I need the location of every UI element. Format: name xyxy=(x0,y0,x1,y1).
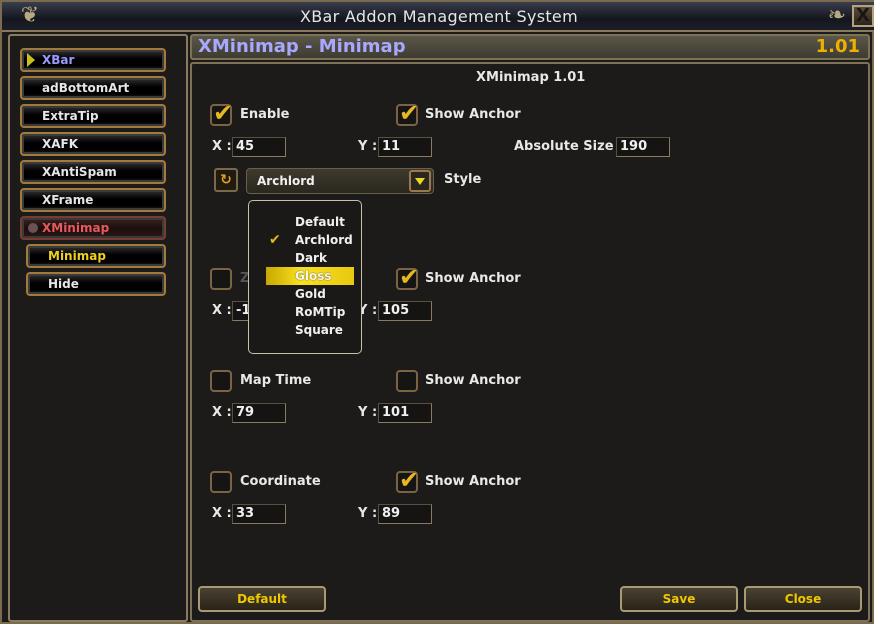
sidebar-item-xafk[interactable]: XAFK xyxy=(20,132,166,156)
sidebar-item-label: XBar xyxy=(42,53,75,67)
check-icon: ✔ xyxy=(213,99,234,127)
style-option-archlord[interactable]: ✔ Archlord xyxy=(249,231,363,249)
minimap-y-input[interactable]: 11 xyxy=(378,137,432,157)
coordinate-label: Coordinate xyxy=(240,474,321,489)
map-time-x-label: X : xyxy=(212,405,232,420)
close-window-button[interactable]: X xyxy=(852,5,874,27)
style-option-square[interactable]: Square xyxy=(249,321,363,339)
sidebar-item-adbottomart[interactable]: adBottomArt xyxy=(20,76,166,100)
zone-name-y-input[interactable]: 105 xyxy=(378,301,432,321)
title-bar[interactable]: ❦ XBar Addon Management System ❧ X xyxy=(2,2,874,32)
zone-name-x-label: X : xyxy=(212,303,232,318)
sidebar-item-xbar[interactable]: XBar xyxy=(20,48,166,72)
style-option-default[interactable]: Default xyxy=(249,213,363,231)
save-button[interactable]: Save xyxy=(620,586,738,612)
sidebar-item-label: XMinimap xyxy=(42,221,110,235)
panel-header: XMinimap - Minimap 1.01 xyxy=(190,34,870,60)
zone-name-show-anchor-checkbox[interactable]: ✔ xyxy=(396,264,419,290)
map-time-label: Map Time xyxy=(240,373,312,388)
sidebar-item-xantispam[interactable]: XAntiSpam xyxy=(20,160,166,184)
map-time-checkbox[interactable] xyxy=(210,370,232,392)
sidebar-subitem-minimap[interactable]: Minimap xyxy=(26,244,166,268)
map-time-y-label: Y : xyxy=(358,405,378,420)
coordinate-show-anchor-label: Show Anchor xyxy=(425,474,521,489)
ornament-left-icon: ❦ xyxy=(20,3,40,28)
chevron-down-icon[interactable] xyxy=(409,170,431,192)
sidebar-item-label: XAntiSpam xyxy=(42,165,117,179)
sidebar-item-xframe[interactable]: XFrame xyxy=(20,188,166,212)
enable-label: Enable xyxy=(240,107,290,122)
style-dropdown[interactable]: Archlord xyxy=(246,168,434,194)
coordinate-checkbox[interactable] xyxy=(210,471,232,493)
minimap-show-anchor-checkbox[interactable]: ✔ xyxy=(396,100,419,126)
panel-title: XMinimap - Minimap xyxy=(198,36,406,57)
sidebar-item-label: Hide xyxy=(48,277,79,291)
sidebar-item-label: Minimap xyxy=(48,249,106,263)
style-option-romtip[interactable]: RoMTip xyxy=(249,303,363,321)
window-title: XBar Addon Management System xyxy=(300,7,578,26)
sidebar-item-label: XFrame xyxy=(42,193,94,207)
addon-manager-window: ❦ XBar Addon Management System ❧ X XBar … xyxy=(0,0,874,624)
sidebar-item-xminimap[interactable]: XMinimap xyxy=(20,216,166,240)
default-button[interactable]: Default xyxy=(198,586,326,612)
addon-sidebar: XBar adBottomArt ExtraTip XAFK XAntiSpam… xyxy=(8,34,188,622)
coordinate-y-label: Y : xyxy=(358,506,378,521)
minimap-show-anchor-label: Show Anchor xyxy=(425,107,521,122)
check-icon: ✔ xyxy=(399,466,420,494)
coordinate-y-input[interactable]: 89 xyxy=(378,504,432,524)
coordinate-show-anchor-checkbox[interactable]: ✔ xyxy=(396,467,419,493)
sidebar-item-label: XAFK xyxy=(42,137,79,151)
zone-name-show-anchor-label: Show Anchor xyxy=(425,271,521,286)
sidebar-item-label: ExtraTip xyxy=(42,109,99,123)
menu-item-label: Archlord xyxy=(295,233,353,247)
check-icon: ✔ xyxy=(399,99,420,127)
selected-arrow-icon xyxy=(27,53,35,67)
style-label: Style xyxy=(444,172,482,187)
map-time-show-anchor-label: Show Anchor xyxy=(425,373,521,388)
check-icon: ✔ xyxy=(269,232,281,248)
enable-checkbox[interactable]: ✔ xyxy=(210,100,233,126)
map-time-show-anchor-checkbox[interactable] xyxy=(396,370,418,392)
expanded-dot-icon xyxy=(28,223,38,233)
minimap-x-input[interactable]: 45 xyxy=(232,137,286,157)
style-option-gloss[interactable]: Gloss xyxy=(266,267,354,285)
sidebar-subitem-hide[interactable]: Hide xyxy=(26,272,166,296)
panel-version: 1.01 xyxy=(815,36,860,57)
zone-name-checkbox[interactable] xyxy=(210,268,232,290)
map-time-x-input[interactable]: 79 xyxy=(232,403,286,423)
close-button[interactable]: Close xyxy=(744,586,862,612)
sidebar-item-label: adBottomArt xyxy=(42,81,130,95)
minimap-y-label: Y : xyxy=(358,139,378,154)
settings-heading: XMinimap 1.01 xyxy=(476,70,586,85)
style-menu: Default ✔ Archlord Dark Gloss Gold RoMTi… xyxy=(248,200,362,354)
ornament-right-icon: ❧ xyxy=(827,3,846,28)
sidebar-item-extratip[interactable]: ExtraTip xyxy=(20,104,166,128)
minimap-x-label: X : xyxy=(212,139,232,154)
coordinate-x-label: X : xyxy=(212,506,232,521)
map-time-y-input[interactable]: 101 xyxy=(378,403,432,423)
style-option-dark[interactable]: Dark xyxy=(249,249,363,267)
style-dropdown-value: Archlord xyxy=(257,174,315,188)
reset-style-icon[interactable]: ↻ xyxy=(214,168,238,192)
absolute-size-input[interactable]: 190 xyxy=(616,137,670,157)
settings-content: XMinimap 1.01 ✔ Enable ✔ Show Anchor X :… xyxy=(190,62,870,622)
coordinate-x-input[interactable]: 33 xyxy=(232,504,286,524)
check-icon: ✔ xyxy=(399,263,420,291)
style-option-gold[interactable]: Gold xyxy=(249,285,363,303)
absolute-size-label: Absolute Size : xyxy=(514,139,624,154)
